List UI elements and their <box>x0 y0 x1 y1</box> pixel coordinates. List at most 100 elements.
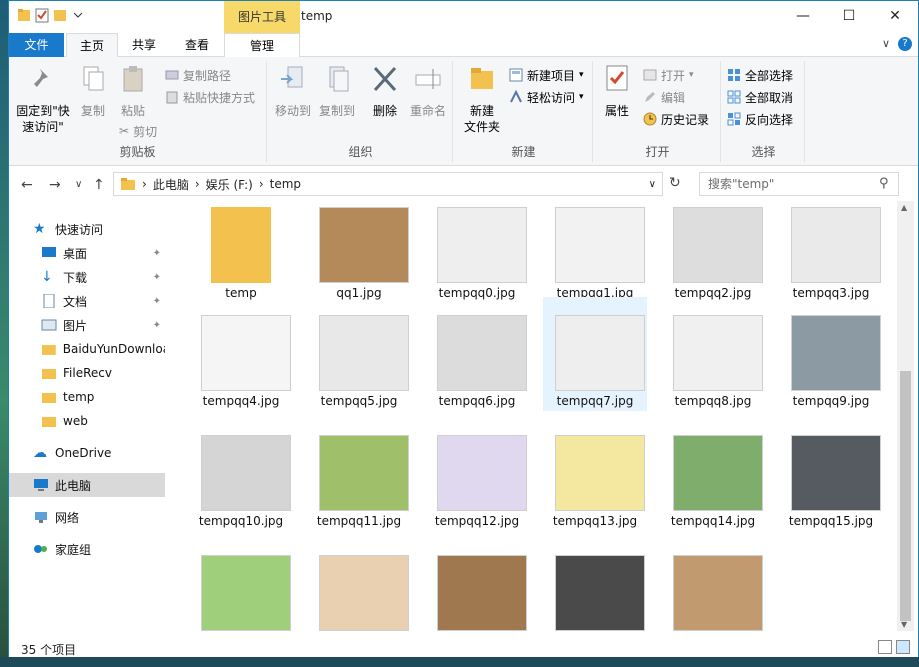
file-item[interactable]: tempqq1.jpg <box>543 201 647 303</box>
copy-to-button[interactable]: 复制到 <box>317 63 357 119</box>
nav-item-web[interactable]: web <box>9 409 165 433</box>
file-item[interactable]: tempqq19.jpg <box>543 537 647 631</box>
nav-item-this-pc[interactable]: 此电脑 <box>9 473 165 497</box>
nav-item-pictures[interactable]: 图片 ✦ <box>9 313 165 337</box>
back-arrow-icon[interactable]: ← <box>21 177 33 193</box>
cut-button[interactable]: ✂ 剪切 <box>119 121 157 141</box>
new-group: 新建 文件夹 新建项目 ▾ 轻松访问 ▾ 新建 <box>455 61 593 162</box>
maximize-button[interactable]: ☐ <box>826 1 872 33</box>
file-item[interactable]: tempqq13.jpg <box>543 417 647 531</box>
file-item[interactable]: tempqq17.jpg <box>307 537 411 631</box>
file-item[interactable]: tempqq2.jpg <box>661 201 765 303</box>
edit-button[interactable]: 编辑 <box>643 87 685 107</box>
chevron-down-icon[interactable] <box>71 7 85 23</box>
scrollbar-thumb[interactable] <box>900 371 911 621</box>
tab-file[interactable]: 文件 <box>9 33 64 57</box>
history-clock-icon <box>643 112 657 126</box>
file-item[interactable]: tempqq0.jpg <box>425 201 529 303</box>
folder-icon <box>41 345 56 355</box>
properties-button[interactable]: 属性 <box>599 63 635 119</box>
paste-shortcut-button[interactable]: 粘贴快捷方式 <box>165 87 255 107</box>
invert-selection-label: 反向选择 <box>745 112 794 127</box>
nav-item-filerecv[interactable]: FileRecv <box>9 361 165 385</box>
large-icons-view-icon[interactable] <box>896 640 910 654</box>
breadcrumb-temp[interactable]: temp <box>270 177 301 191</box>
nav-item-homegroup[interactable]: 家庭组 <box>9 537 165 561</box>
tab-manage[interactable]: 管理 <box>224 33 300 57</box>
rename-button[interactable]: 重命名 <box>407 63 449 119</box>
address-dropdown-icon[interactable]: ∨ <box>649 179 656 190</box>
new-folder-icon[interactable] <box>53 7 67 23</box>
nav-item-downloads[interactable]: ↓ 下载 ✦ <box>9 265 165 289</box>
rename-icon <box>415 69 441 89</box>
refresh-icon[interactable]: ↻ <box>669 175 681 191</box>
tab-view[interactable]: 查看 <box>172 33 222 57</box>
ribbon: 固定到"快 速访问" 复制 粘贴 复制路径 粘贴快捷方式 ✂ 剪切 剪贴板 移动… <box>9 57 918 166</box>
folder-icon <box>121 178 135 190</box>
file-item[interactable]: tempqq11.jpg <box>307 417 411 531</box>
copy-button[interactable]: 复制 <box>75 63 111 119</box>
paste-button[interactable]: 粘贴 <box>115 63 151 119</box>
nav-item-quick-access[interactable]: ★ 快速访问 <box>9 217 165 241</box>
paste-icon <box>123 66 143 92</box>
help-icon[interactable]: ? <box>898 37 912 51</box>
easy-access-button[interactable]: 轻松访问 ▾ <box>509 87 584 107</box>
file-item[interactable]: tempqq18.jpg <box>425 537 529 631</box>
open-button[interactable]: 打开 ▾ <box>643 65 694 85</box>
new-item-button[interactable]: 新建项目 ▾ <box>509 65 584 85</box>
ribbon-collapse-icon[interactable]: ∨ <box>882 37 890 51</box>
file-item[interactable]: tempqq16.jpg <box>189 537 293 631</box>
delete-label: 删除 <box>372 104 397 118</box>
nav-item-onedrive[interactable]: ☁ OneDrive <box>9 441 165 465</box>
nav-item-desktop[interactable]: 桌面 ✦ <box>9 241 165 265</box>
breadcrumb-separator: › <box>142 177 147 191</box>
history-button[interactable]: 历史记录 <box>643 109 709 129</box>
file-item[interactable]: tempqq14.jpg <box>661 417 765 531</box>
minimize-button[interactable]: — <box>780 1 826 33</box>
forward-arrow-icon[interactable]: → <box>49 177 61 193</box>
scroll-down-icon[interactable]: ▼ <box>901 620 907 629</box>
pin-quick-access-button[interactable]: 固定到"快 速访问" <box>13 63 73 135</box>
up-arrow-icon[interactable]: ↑ <box>93 177 105 193</box>
file-item[interactable]: tempqq8.jpg <box>661 297 765 411</box>
new-folder-button[interactable]: 新建 文件夹 <box>459 63 505 135</box>
file-item[interactable]: tempqq15.jpg <box>779 417 883 531</box>
move-to-button[interactable]: 移动到 <box>273 63 313 119</box>
file-item[interactable]: qq1.jpg <box>307 201 411 303</box>
search-input[interactable]: 搜索"temp" <box>699 172 899 196</box>
file-item[interactable]: tempqq5.jpg <box>307 297 411 411</box>
file-item[interactable]: tempqq4.jpg <box>189 297 293 411</box>
address-box[interactable]: › 此电脑 › 娱乐 (F:) › temp ∨ <box>113 172 663 196</box>
tab-home[interactable]: 主页 <box>66 33 118 57</box>
breadcrumb-drive[interactable]: 娱乐 (F:) <box>206 176 253 193</box>
recent-locations-chevron-icon[interactable]: ∨ <box>75 179 82 190</box>
close-button[interactable]: ✕ <box>872 1 918 33</box>
file-item[interactable]: tempqq10.jpg <box>189 417 293 531</box>
breadcrumb-this-pc[interactable]: 此电脑 <box>153 176 189 193</box>
details-view-icon[interactable] <box>878 640 892 654</box>
file-item[interactable]: tempqq9.jpg <box>779 297 883 411</box>
nav-item-temp[interactable]: temp <box>9 385 165 409</box>
breadcrumb-separator: › <box>258 177 264 191</box>
copy-label: 复制 <box>80 104 105 118</box>
nav-item-baiduyun[interactable]: BaiduYunDownloa <box>9 337 165 361</box>
delete-button[interactable]: 删除 <box>367 63 403 119</box>
invert-selection-button[interactable]: 反向选择 <box>727 109 793 129</box>
file-item[interactable]: tempqq3.jpg <box>779 201 883 303</box>
edit-label: 编辑 <box>661 90 686 105</box>
file-item[interactable]: tempqq12.jpg <box>425 417 529 531</box>
file-item[interactable]: tempqq20.jpg <box>661 537 765 631</box>
scroll-up-icon[interactable]: ▲ <box>901 203 907 212</box>
vertical-scrollbar[interactable]: ▲ ▼ <box>897 201 914 631</box>
file-item[interactable]: tempqq6.jpg <box>425 297 529 411</box>
tab-share[interactable]: 共享 <box>120 33 168 57</box>
select-none-button[interactable]: 全部取消 <box>727 87 793 107</box>
copy-path-button[interactable]: 复制路径 <box>165 65 231 85</box>
nav-item-documents[interactable]: 文档 ✦ <box>9 289 165 313</box>
file-name: tempqq6.jpg <box>438 394 516 408</box>
folder-item[interactable]: temp <box>189 201 293 303</box>
select-all-button[interactable]: 全部选择 <box>727 65 793 85</box>
properties-check-icon[interactable] <box>35 7 49 23</box>
file-item[interactable]: tempqq7.jpg <box>543 297 647 411</box>
nav-item-network[interactable]: 网络 <box>9 505 165 529</box>
